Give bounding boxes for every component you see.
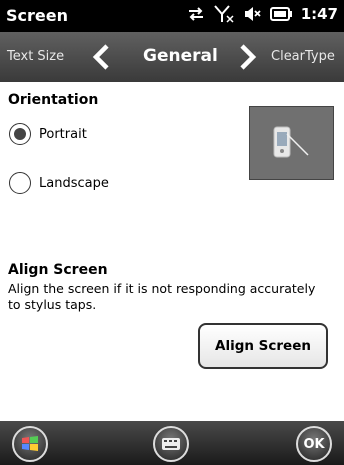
keyboard-button[interactable]: [153, 426, 189, 462]
status-bar: Screen 1:47: [0, 0, 344, 32]
chevron-left-icon[interactable]: [91, 44, 111, 74]
radio-label-landscape: Landscape: [39, 175, 109, 191]
status-icons: 1:47: [187, 5, 338, 23]
windows-start-button[interactable]: [12, 426, 48, 462]
windows-logo-icon: [22, 436, 38, 451]
keyboard-icon: [162, 438, 180, 450]
speaker-muted-icon[interactable]: [243, 6, 261, 22]
battery-icon[interactable]: [269, 7, 292, 21]
radio-button[interactable]: [9, 123, 31, 145]
clock[interactable]: 1:47: [301, 5, 338, 23]
sync-arrows-icon[interactable]: [187, 6, 205, 22]
chevron-right-icon[interactable]: [238, 44, 258, 74]
ok-button[interactable]: OK: [296, 426, 332, 462]
tab-text-size[interactable]: Text Size: [7, 49, 64, 64]
tab-general[interactable]: General: [143, 46, 218, 66]
screen-settings-window: Screen 1:47 Text Size General ClearType …: [0, 0, 344, 465]
align-screen-heading: Align Screen: [8, 262, 108, 278]
radio-label-portrait: Portrait: [39, 126, 87, 142]
window-title: Screen: [6, 6, 68, 25]
align-screen-button[interactable]: Align Screen: [198, 323, 328, 369]
radio-portrait[interactable]: Portrait: [9, 123, 87, 145]
radio-selected-dot: [14, 128, 26, 140]
radio-button[interactable]: [9, 172, 31, 194]
radio-landscape[interactable]: Landscape: [9, 172, 109, 194]
align-screen-description: Align the screen if it is not responding…: [8, 281, 316, 312]
tab-cleartype[interactable]: ClearType: [271, 49, 335, 64]
no-signal-icon[interactable]: [213, 5, 234, 23]
tab-header: Text Size General ClearType: [0, 32, 344, 82]
bottom-bar: OK: [0, 421, 344, 465]
orientation-preview-image: [249, 106, 334, 180]
orientation-heading: Orientation: [8, 92, 99, 108]
